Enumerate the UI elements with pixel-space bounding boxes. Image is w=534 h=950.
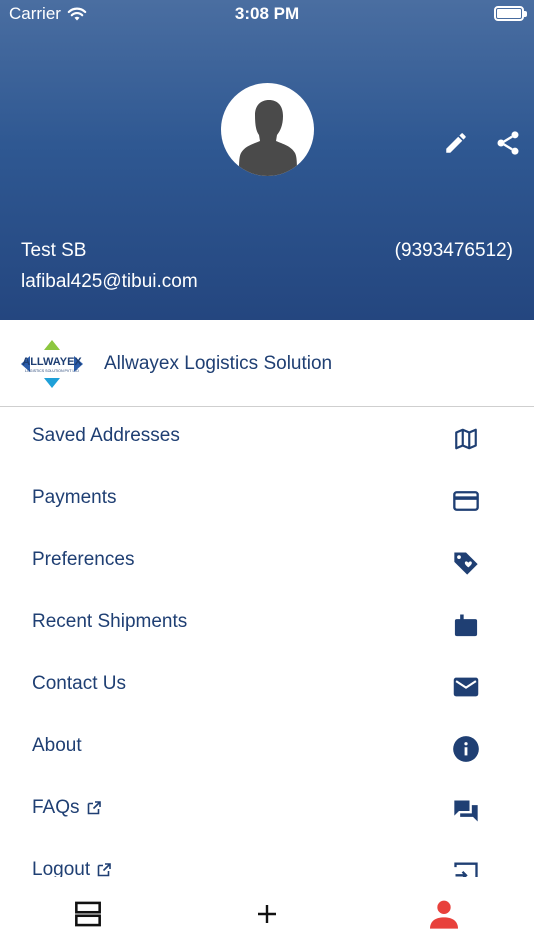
profile-menu: Saved Addresses Payments Preferences Rec… [0, 407, 534, 877]
external-link-icon [87, 801, 101, 815]
menu-item-label: Logout [32, 859, 91, 877]
person-silhouette-icon [239, 100, 297, 176]
mail-icon [451, 672, 481, 702]
menu-item-label: Saved Addresses [32, 425, 180, 446]
menu-item-label: Preferences [32, 549, 135, 570]
edit-profile-button[interactable] [441, 128, 471, 158]
menu-item-label: Recent Shipments [32, 611, 188, 632]
company-name: Allwayex Logistics Solution [104, 353, 333, 374]
tab-bar [0, 877, 534, 950]
status-time: 3:08 PM [234, 4, 300, 23]
menu-item-recent-shipments[interactable]: Recent Shipments [0, 593, 534, 655]
map-icon [451, 424, 481, 454]
info-icon [451, 734, 481, 764]
tag-heart-icon [451, 548, 481, 578]
chat-bubbles-icon [451, 796, 481, 826]
battery-icon [494, 6, 527, 21]
share-button[interactable] [493, 128, 523, 158]
list-icon [75, 901, 101, 927]
pencil-icon [446, 133, 466, 153]
tab-shipments[interactable] [71, 897, 105, 931]
company-logo: ALLWAYEX LOGISTICS SOLUTION PVT LTD [21, 340, 83, 388]
company-logo-subtext: LOGISTICS SOLUTION PVT LTD [25, 369, 79, 373]
profile-header: Carrier 3:08 PM Test SB (9393476512) laf… [0, 0, 534, 320]
user-email: lafibal425@tibui.com [21, 271, 198, 292]
menu-item-faqs[interactable]: FAQs [0, 779, 534, 841]
company-logo-text: ALLWAYEX [22, 356, 82, 368]
external-link-icon [97, 863, 111, 877]
user-name: Test SB [21, 240, 87, 261]
company-row: ALLWAYEX LOGISTICS SOLUTION PVT LTD Allw… [0, 320, 534, 407]
menu-item-label: Contact Us [32, 673, 126, 694]
menu-item-logout[interactable]: Logout [0, 841, 534, 877]
menu-item-contact-us[interactable]: Contact Us [0, 655, 534, 717]
status-bar: Carrier 3:08 PM [0, 0, 534, 28]
menu-item-about[interactable]: About [0, 717, 534, 779]
menu-item-label: FAQs [32, 797, 80, 818]
menu-item-preferences[interactable]: Preferences [0, 531, 534, 593]
credit-card-icon [451, 486, 481, 516]
menu-item-saved-addresses[interactable]: Saved Addresses [0, 407, 534, 469]
avatar[interactable] [221, 83, 314, 176]
menu-item-label: Payments [32, 487, 117, 508]
tab-add[interactable] [250, 897, 284, 931]
menu-item-payments[interactable]: Payments [0, 469, 534, 531]
tab-profile[interactable] [427, 897, 461, 931]
user-phone: (9393476512) [394, 240, 513, 261]
add-icon [258, 905, 276, 923]
logout-icon [451, 858, 481, 877]
share-icon [497, 131, 519, 155]
menu-item-label: About [32, 735, 82, 756]
shipment-box-icon [451, 610, 481, 640]
profile-icon [430, 900, 458, 929]
